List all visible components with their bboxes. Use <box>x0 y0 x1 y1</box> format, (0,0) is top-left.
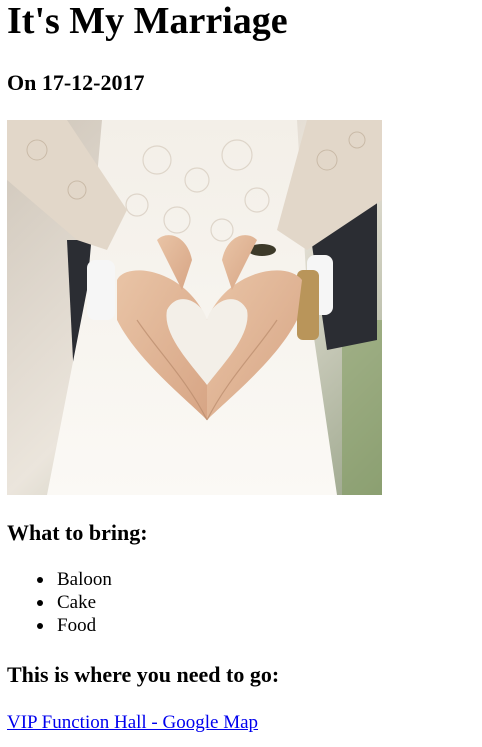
event-date: On 17-12-2017 <box>7 70 145 95</box>
list-item-label: Cake <box>57 592 97 613</box>
what-to-bring-heading: What to bring: <box>7 520 148 545</box>
wedding-photo <box>7 120 382 495</box>
list-item: Food <box>7 614 112 637</box>
bring-list: Baloon Cake Food <box>7 568 112 637</box>
page-title: It's My Marriage <box>7 0 288 42</box>
list-item-label: Food <box>57 615 97 636</box>
list-item: Baloon <box>7 568 112 591</box>
list-item-label: Baloon <box>57 569 112 590</box>
list-item: Cake <box>7 591 112 614</box>
bullet-icon <box>37 600 43 606</box>
location-heading: This is where you need to go: <box>7 662 280 687</box>
wedding-photo-illustration <box>7 120 382 495</box>
bullet-icon <box>37 623 43 629</box>
google-map-link[interactable]: VIP Function Hall - Google Map <box>7 711 258 735</box>
bullet-icon <box>37 577 43 583</box>
